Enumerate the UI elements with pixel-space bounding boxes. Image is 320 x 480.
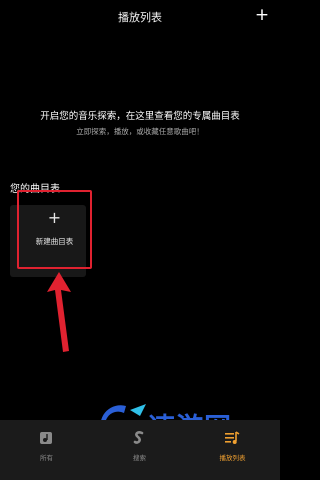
- empty-state-subtitle: 立即探索，播放，或收藏任意歌曲吧！: [76, 127, 204, 136]
- page-title: 播放列表: [118, 11, 162, 24]
- header: 播放列表 +: [0, 0, 280, 32]
- tab-playlist[interactable]: 播放列表: [186, 420, 279, 480]
- plus-icon: +: [47, 208, 62, 227]
- empty-state-headline: 开启您的音乐探索，在这里查看您的专属曲目表: [40, 111, 240, 122]
- new-playlist-label: 新建曲目表: [35, 237, 74, 246]
- tab-label: 播放列表: [219, 454, 246, 462]
- tab-label: 所有: [40, 454, 53, 462]
- search-icon: [133, 431, 144, 444]
- tab-label: 搜索: [133, 454, 146, 462]
- tab-search[interactable]: 搜索: [93, 420, 186, 480]
- tab-all[interactable]: 所有: [0, 420, 93, 480]
- playlist-icon: [225, 431, 240, 444]
- library-icon: [40, 432, 52, 444]
- bottom-tabbar: 所有 搜索 播放列表: [0, 420, 280, 480]
- pointer-arrow: [47, 272, 71, 352]
- new-playlist-highlight[interactable]: + 新建曲目表: [17, 190, 92, 269]
- arrow-shape: [47, 272, 71, 352]
- add-playlist-button[interactable]: +: [253, 6, 271, 24]
- plus-icon: +: [254, 5, 270, 25]
